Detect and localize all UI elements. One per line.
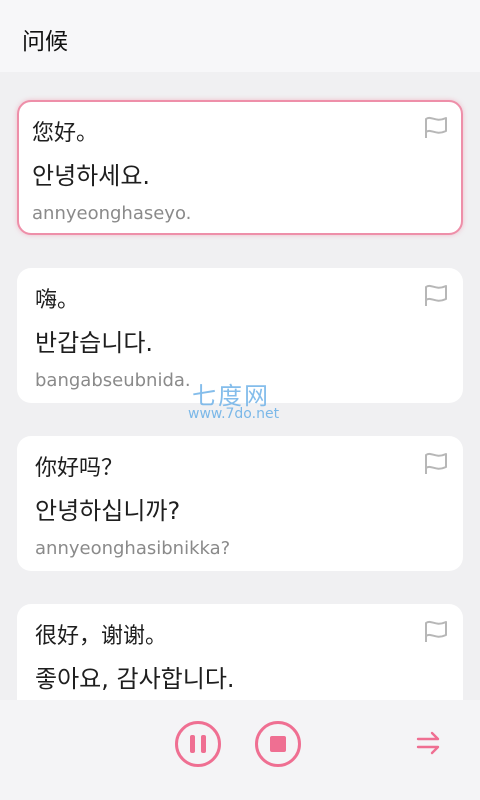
phrase-korean: 반갑습니다.	[35, 329, 154, 357]
bookmark-flag-icon[interactable]	[423, 450, 449, 476]
phrase-chinese: 很好，谢谢。	[35, 624, 168, 649]
page-title: 问候	[22, 29, 68, 55]
phrase-chinese: 你好吗？	[35, 456, 124, 481]
play-order-icon[interactable]	[416, 730, 442, 756]
phrase-korean: 안녕하세요.	[32, 162, 151, 190]
phrase-romanization: annyeonghasibnikka?	[35, 538, 231, 559]
player-bar	[0, 700, 480, 800]
watermark-url: www.7do.net	[188, 406, 280, 422]
phrase-korean: 안녕하십니까?	[35, 497, 181, 525]
phrase-card[interactable]: 你好吗？ 안녕하십니까? annyeonghasibnikka?	[17, 436, 463, 571]
stop-icon	[270, 736, 286, 752]
bookmark-flag-icon[interactable]	[423, 618, 449, 644]
phrase-romanization: bangabseubnida.	[35, 370, 191, 391]
phrase-korean: 좋아요, 감사합니다.	[35, 665, 235, 693]
bookmark-flag-icon[interactable]	[423, 282, 449, 308]
pause-button[interactable]	[175, 721, 221, 767]
phrase-card[interactable]: 很好，谢谢。 좋아요, 감사합니다.	[17, 604, 463, 700]
phrase-card[interactable]: 您好。 안녕하세요. annyeonghaseyo.	[17, 100, 463, 235]
phrase-chinese: 您好。	[32, 121, 99, 146]
phrase-chinese: 嗨。	[35, 288, 80, 313]
watermark: 七度网 www.7do.net	[188, 376, 298, 426]
phrase-romanization: annyeonghaseyo.	[32, 203, 192, 224]
stop-button[interactable]	[255, 721, 301, 767]
app-header: 问候	[0, 0, 480, 72]
bookmark-flag-icon[interactable]	[423, 114, 449, 140]
